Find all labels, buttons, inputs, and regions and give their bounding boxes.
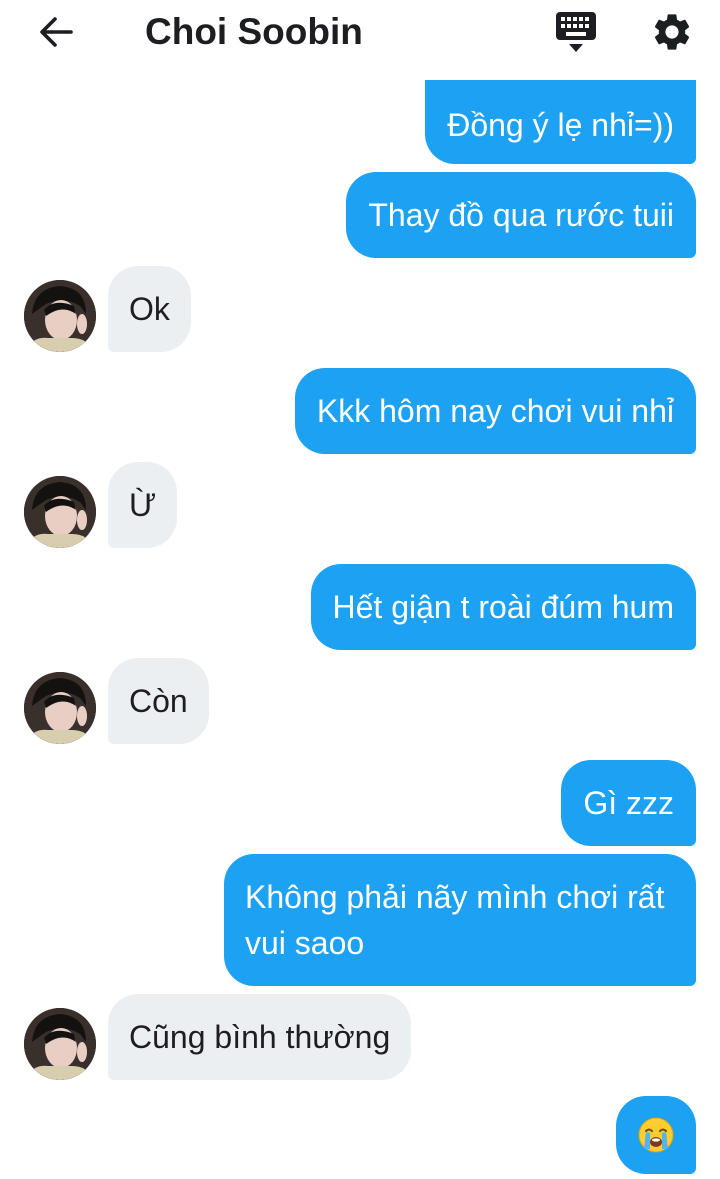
gear-icon [654, 14, 690, 50]
loudly-crying-face-emoji [638, 1117, 674, 1153]
sent-emoji-message[interactable] [616, 1096, 696, 1174]
arrow-left-icon [40, 17, 73, 47]
avatar-photo [24, 476, 96, 548]
avatar-photo [24, 280, 96, 352]
keyboard-button[interactable] [553, 10, 599, 56]
sent-message[interactable]: Đồng ý lẹ nhỉ=)) [425, 80, 696, 164]
received-message[interactable]: Còn [108, 658, 209, 744]
received-message[interactable]: Ok [108, 266, 191, 352]
avatar[interactable] [24, 672, 96, 744]
avatar-photo [24, 672, 96, 744]
received-message[interactable]: Ừ [108, 462, 178, 548]
keyboard-icon [556, 12, 596, 52]
chat-header: Choi Soobin [0, 0, 720, 64]
avatar[interactable] [24, 280, 96, 352]
settings-button[interactable] [650, 10, 694, 54]
back-button[interactable] [34, 12, 78, 52]
avatar-photo [24, 1008, 96, 1080]
avatar[interactable] [24, 476, 96, 548]
avatar[interactable] [24, 1008, 96, 1080]
sent-message[interactable]: Hết giận t roài đúm hum [310, 564, 696, 650]
sent-message[interactable]: Không phải nãy mình chơi rất vui saoo [224, 854, 696, 986]
sent-message[interactable]: Gì zzz [561, 760, 696, 846]
sent-message[interactable]: Thay đồ qua rước tuii [346, 172, 696, 258]
conversation-title: Choi Soobin [145, 11, 363, 52]
received-message[interactable]: Cũng bình thường [108, 994, 412, 1080]
sent-message[interactable]: Kkk hôm nay chơi vui nhỉ [294, 368, 696, 454]
